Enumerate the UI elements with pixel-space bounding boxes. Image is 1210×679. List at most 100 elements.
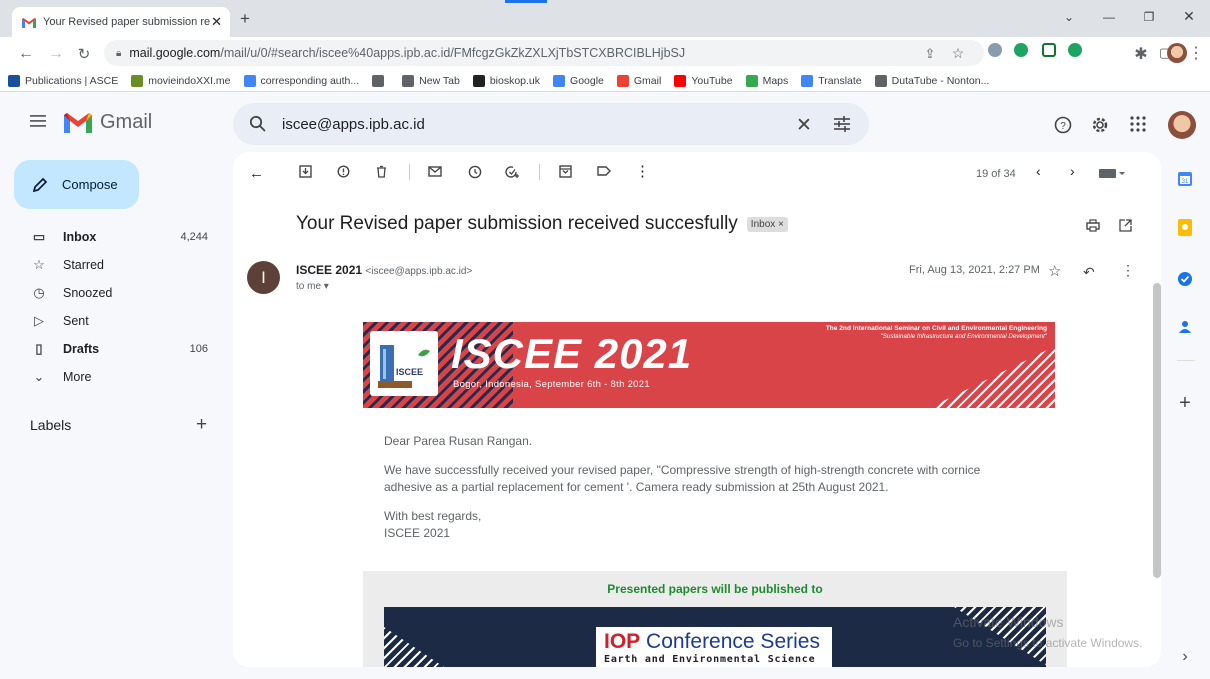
apps-grid-icon[interactable]	[1130, 116, 1146, 132]
get-addons-icon[interactable]: +	[1175, 392, 1195, 414]
bookmark-label: Translate	[818, 74, 862, 87]
globe-icon	[402, 74, 415, 87]
iscee-logo: ISCEE	[370, 331, 438, 396]
email-signature: ISCEE 2021	[384, 526, 451, 540]
report-spam-icon[interactable]	[337, 165, 350, 178]
grammarly-icon[interactable]	[1014, 43, 1028, 57]
sidebar-item-snoozed[interactable]: ◷ Snoozed	[0, 279, 232, 307]
delete-icon[interactable]	[375, 165, 388, 178]
close-window-button[interactable]: ✕	[1174, 8, 1204, 25]
recipient-details[interactable]: to me ▾	[296, 281, 329, 292]
compose-button[interactable]: Compose	[14, 160, 139, 209]
bookmark-item[interactable]: YouTube	[674, 74, 733, 87]
extension-icon[interactable]	[988, 43, 1002, 57]
translate-icon	[801, 74, 814, 87]
sidebar-item-sent[interactable]: ▷ Sent	[0, 307, 232, 335]
main-menu-icon[interactable]	[30, 114, 46, 130]
add-label-button[interactable]: +	[196, 414, 207, 436]
extension-translate-icon[interactable]	[1042, 43, 1056, 57]
activate-windows-title: Activate Windows	[953, 614, 1064, 630]
back-to-list-icon[interactable]: ←	[249, 165, 264, 182]
bookmark-item[interactable]: bioskop.uk	[472, 74, 541, 87]
sidebar-item-starred[interactable]: ☆ Starred	[0, 251, 232, 279]
address-bar[interactable]: 🔒︎ mail.google.com /mail/u/0/#search/isc…	[104, 40, 984, 66]
forward-icon[interactable]: →	[48, 45, 64, 63]
account-avatar[interactable]	[1168, 111, 1196, 139]
tab-title: Your Revised paper submission re	[43, 16, 211, 28]
newer-chevron-icon[interactable]: ‹	[1036, 163, 1041, 179]
move-to-icon[interactable]	[559, 165, 572, 178]
older-chevron-icon[interactable]: ›	[1070, 163, 1075, 179]
sidebar-item-drafts[interactable]: ▯ Drafts 106	[0, 335, 232, 363]
banner-place-date: Bogor, Indonesia, September 6th - 8th 20…	[453, 379, 650, 390]
bookmark-item[interactable]: Gmail	[616, 74, 661, 87]
bookmark-item[interactable]: movieindoXXI.me	[131, 74, 231, 87]
share-icon[interactable]: ⇪	[922, 46, 938, 62]
iop-series: Conference Series	[646, 630, 820, 653]
svg-text:?: ?	[1060, 121, 1066, 132]
more-options-icon[interactable]: ⋮	[635, 162, 650, 180]
inbox-label-chip[interactable]: Inbox ×	[746, 216, 788, 232]
gmail-logo[interactable]: Gmail	[64, 111, 152, 134]
bookmark-item[interactable]	[372, 74, 389, 87]
bookmark-item[interactable]: Publications | ASCE	[8, 74, 118, 87]
mark-unread-icon[interactable]	[428, 165, 442, 178]
bookmark-star-icon[interactable]: ☆	[950, 45, 966, 62]
asce-icon	[8, 74, 20, 87]
tab-search-icon[interactable]: ⌄	[1054, 10, 1084, 24]
label-tag-icon[interactable]	[597, 165, 611, 177]
snooze-clock-icon[interactable]	[468, 165, 482, 179]
bookmark-item[interactable]: Google	[553, 74, 604, 87]
chrome-menu-icon[interactable]: ⋮	[1188, 43, 1204, 63]
new-tab-button[interactable]: +	[238, 9, 252, 29]
input-tools-keyboard-icon[interactable]	[1099, 169, 1125, 178]
search-icon[interactable]	[249, 115, 266, 132]
sidebar-item-more[interactable]: ⌄ More	[0, 363, 232, 391]
search-input[interactable]: iscee@apps.ipb.ac.id	[282, 116, 425, 133]
tasks-icon[interactable]	[1175, 269, 1195, 289]
minimize-button[interactable]: —	[1094, 10, 1124, 24]
calendar-icon[interactable]: 31	[1175, 168, 1195, 188]
message-more-icon[interactable]: ⋮	[1121, 262, 1135, 279]
browser-toolbar: ← → ↻ 🔒︎ mail.google.com /mail/u/0/#sear…	[0, 37, 1210, 70]
sidebar-item-label: Inbox	[63, 230, 97, 244]
search-bar[interactable]: iscee@apps.ipb.ac.id ✕	[233, 103, 869, 145]
message-scrollbar[interactable]	[1153, 283, 1161, 578]
show-side-panel-icon[interactable]: ›	[1175, 647, 1195, 667]
open-new-window-icon[interactable]	[1119, 219, 1132, 232]
print-icon[interactable]	[1086, 219, 1100, 232]
help-icon[interactable]: ?	[1054, 116, 1072, 134]
iop-title: IOP Conference Series	[604, 630, 824, 654]
email-closing: With best regards,	[384, 509, 482, 523]
bookmark-item[interactable]: corresponding auth...	[243, 74, 359, 87]
grammarly-icon[interactable]	[1068, 43, 1082, 57]
browser-tab[interactable]: Your Revised paper submission re ✕	[12, 7, 230, 37]
sidebar-item-inbox[interactable]: ▭ Inbox 4,244	[0, 223, 232, 251]
bookmark-label: bioskop.uk	[489, 74, 541, 87]
back-icon[interactable]: ←	[18, 45, 34, 63]
tab-close-icon[interactable]: ✕	[211, 14, 222, 30]
reload-icon[interactable]: ↻	[76, 45, 92, 63]
extensions-puzzle-icon[interactable]: ✱	[1133, 44, 1149, 64]
bookmarks-bar: Publications | ASCE movieindoXXI.me corres…	[0, 70, 1210, 92]
archive-icon[interactable]	[299, 165, 312, 178]
keep-icon[interactable]	[1175, 217, 1195, 237]
profile-avatar[interactable]	[1167, 43, 1187, 63]
contacts-icon[interactable]	[1175, 317, 1195, 337]
restore-button[interactable]: ❐	[1134, 10, 1164, 24]
search-options-icon[interactable]	[833, 115, 851, 133]
star-icon[interactable]: ☆	[1048, 262, 1061, 280]
extensions-icon[interactable]	[1104, 43, 1118, 57]
settings-gear-icon[interactable]	[1091, 116, 1109, 134]
reply-icon[interactable]: ↶	[1083, 264, 1095, 281]
bookmark-item[interactable]: Maps	[745, 74, 788, 87]
sender-name[interactable]: ISCEE 2021	[296, 263, 362, 277]
sender-avatar[interactable]: I	[247, 261, 280, 294]
clear-search-icon[interactable]: ✕	[796, 114, 812, 137]
browser-tab-bar: Your Revised paper submission re ✕ + ⌄ —…	[0, 0, 1210, 37]
bookmark-item[interactable]: Translate	[801, 74, 862, 87]
bookmark-item[interactable]: DutaTube - Nonton...	[874, 74, 989, 87]
youtube-icon	[674, 74, 687, 87]
add-task-icon[interactable]	[505, 165, 520, 179]
bookmark-item[interactable]: New Tab	[402, 74, 460, 87]
